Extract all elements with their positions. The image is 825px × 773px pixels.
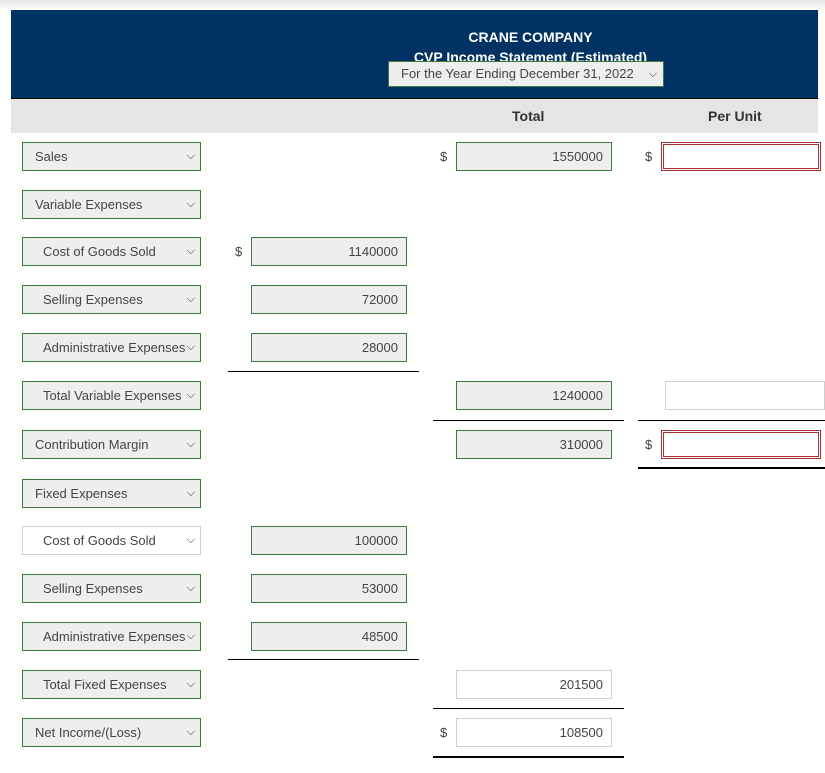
row-label-select-variable-expenses[interactable]: Variable Expenses ⌵ [22, 190, 201, 219]
row-label-select-total-fixed[interactable]: Total Fixed Expenses ⌵ [22, 670, 201, 699]
fixed-admin-input[interactable]: 48500 [251, 622, 407, 651]
chevron-down-icon: ⌵ [186, 630, 195, 642]
select-value: Cost of Goods Sold [43, 533, 156, 548]
dollar-sign: $ [235, 244, 243, 259]
fixed-selling-input[interactable]: 53000 [251, 574, 407, 603]
chevron-down-icon: ⌵ [186, 341, 195, 353]
sales-per-unit-input[interactable] [661, 142, 821, 171]
contribution-margin-per-unit-input[interactable] [661, 430, 821, 459]
total-rule [433, 756, 624, 758]
subtotal-rule [433, 708, 624, 709]
row-label-select-fixed-selling[interactable]: Selling Expenses ⌵ [22, 574, 201, 603]
row-label-select-contribution-margin[interactable]: Contribution Margin ⌵ [22, 430, 201, 459]
select-value: Sales [35, 149, 68, 164]
select-value: Selling Expenses [43, 292, 143, 307]
row-label-select-variable-cogs[interactable]: Cost of Goods Sold ⌵ [22, 237, 201, 266]
total-rule [638, 467, 825, 469]
subtotal-rule [433, 420, 624, 421]
sales-total-input[interactable]: 1550000 [456, 142, 612, 171]
total-variable-total-input[interactable]: 1240000 [456, 381, 612, 410]
row-label-select-fixed-expenses[interactable]: Fixed Expenses ⌵ [22, 479, 201, 508]
row-label-select-sales[interactable]: Sales ⌵ [22, 142, 201, 171]
subtotal-rule [638, 420, 825, 421]
company-name: CRANE COMPANY [468, 29, 593, 45]
chevron-down-icon: ⌵ [186, 487, 195, 499]
period-select-value: For the Year Ending December 31, 2022 [401, 66, 634, 81]
select-value: Administrative Expenses [43, 340, 186, 355]
chevron-down-icon: ⌵ [186, 198, 195, 210]
select-value: Administrative Expenses [43, 629, 186, 644]
chevron-down-icon: ⌵ [186, 245, 195, 257]
top-shade [0, 0, 825, 10]
dollar-sign: $ [440, 149, 448, 164]
subtotal-rule [228, 371, 419, 372]
select-value: Contribution Margin [35, 437, 149, 452]
chevron-down-icon: ⌵ [186, 534, 195, 546]
chevron-down-icon: ⌵ [186, 389, 195, 401]
chevron-down-icon: ⌵ [648, 68, 657, 80]
period-select[interactable]: For the Year Ending December 31, 2022 ⌵ [388, 61, 664, 87]
contribution-margin-total-input[interactable]: 310000 [456, 430, 612, 459]
subtotal-rule [228, 659, 419, 660]
row-label-select-variable-selling[interactable]: Selling Expenses ⌵ [22, 285, 201, 314]
row-label-select-net-income[interactable]: Net Income/(Loss) ⌵ [22, 718, 201, 747]
chevron-down-icon: ⌵ [186, 150, 195, 162]
column-header-row: Total Per Unit [11, 99, 818, 133]
dollar-sign: $ [440, 725, 448, 740]
dollar-sign: $ [645, 437, 653, 452]
chevron-down-icon: ⌵ [186, 726, 195, 738]
chevron-down-icon: ⌵ [186, 678, 195, 690]
row-label-select-variable-admin[interactable]: Administrative Expenses ⌵ [22, 333, 201, 362]
row-label-select-fixed-admin[interactable]: Administrative Expenses ⌵ [22, 622, 201, 651]
fixed-cogs-input[interactable]: 100000 [251, 526, 407, 555]
select-value: Total Fixed Expenses [43, 677, 167, 692]
chevron-down-icon: ⌵ [186, 438, 195, 450]
select-value: Fixed Expenses [35, 486, 128, 501]
select-value: Net Income/(Loss) [35, 725, 142, 740]
chevron-down-icon: ⌵ [186, 582, 195, 594]
row-label-select-fixed-cogs[interactable]: Cost of Goods Sold ⌵ [22, 526, 201, 555]
column-header-per-unit: Per Unit [708, 108, 762, 124]
total-variable-per-unit-input[interactable] [665, 381, 825, 410]
variable-admin-input[interactable]: 28000 [251, 333, 407, 362]
column-header-total: Total [512, 108, 545, 124]
total-fixed-total-input[interactable]: 201500 [456, 670, 612, 699]
variable-selling-input[interactable]: 72000 [251, 285, 407, 314]
net-income-total-input[interactable]: 108500 [456, 718, 612, 747]
row-label-select-total-variable[interactable]: Total Variable Expenses ⌵ [22, 381, 201, 410]
chevron-down-icon: ⌵ [186, 293, 195, 305]
variable-cogs-input[interactable]: 1140000 [251, 237, 407, 266]
select-value: Selling Expenses [43, 581, 143, 596]
select-value: Cost of Goods Sold [43, 244, 156, 259]
select-value: Total Variable Expenses [43, 388, 182, 403]
dollar-sign: $ [645, 149, 653, 164]
select-value: Variable Expenses [35, 197, 143, 212]
